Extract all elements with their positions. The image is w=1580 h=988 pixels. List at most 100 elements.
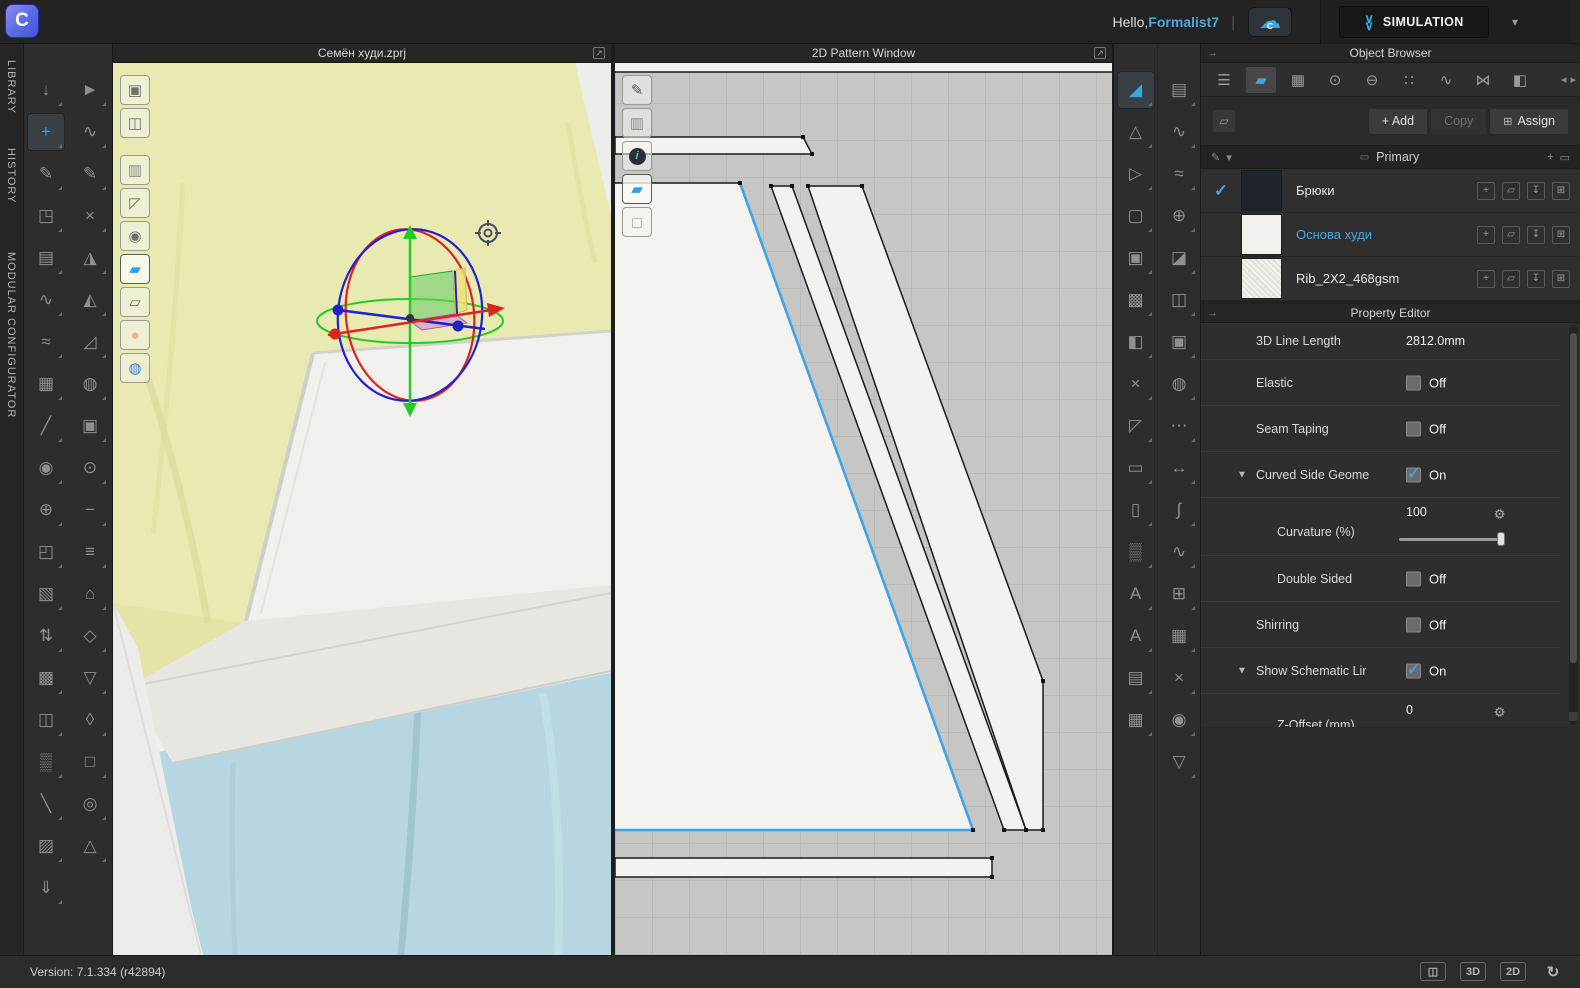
graphic-tab[interactable]: ▦	[1283, 67, 1313, 93]
shape-pattern-tool[interactable]: ▣	[1118, 240, 1154, 276]
fabric-swatch[interactable]	[1241, 258, 1282, 299]
select-garment-tool[interactable]: ◳	[28, 198, 64, 234]
elastic-pin-tool[interactable]: ∫	[1161, 492, 1197, 528]
download-pose-tool[interactable]: ↓	[28, 72, 64, 108]
collapse-caret-icon[interactable]: ▼	[1237, 469, 1247, 480]
item-clone-icon[interactable]: ⊞	[1552, 226, 1570, 244]
offset-outline-tool[interactable]: ▭	[1118, 450, 1154, 486]
snapshot-toggle[interactable]: ◫	[120, 108, 150, 138]
pattern-annotation-tool[interactable]: A	[1118, 618, 1154, 654]
segment-sewing-tool[interactable]: ∿	[28, 282, 64, 318]
auto-sewing-tool[interactable]: ⊕	[1161, 198, 1197, 234]
select-brush-tool[interactable]: ✎	[28, 156, 64, 192]
property-value-input[interactable]: 100	[1406, 505, 1427, 519]
garment-visibility-toggle[interactable]: ▥	[622, 108, 652, 138]
cut-sew-tool[interactable]: ×	[1161, 660, 1197, 696]
comb-ruler-tool[interactable]: ▒	[1118, 534, 1154, 570]
simulation-button[interactable]: ∨∨ SIMULATION	[1339, 6, 1489, 38]
vertical-ruler-tool[interactable]: ▯	[1118, 492, 1154, 528]
free-sewing-tool[interactable]: ≈	[28, 324, 64, 360]
pin-garment-toggle[interactable]: ◸	[120, 188, 150, 218]
list-tool[interactable]: ≡	[72, 534, 108, 570]
texture-stamp-tool[interactable]: ▧	[28, 576, 64, 612]
item-add-icon[interactable]: +	[1477, 270, 1495, 288]
popout-window-icon[interactable]: ↗	[1094, 47, 1106, 59]
bow-tab[interactable]: ⋈	[1468, 67, 1498, 93]
pleat-grid-tool[interactable]: ▤	[1118, 660, 1154, 696]
folder-button[interactable]: ▱	[1213, 110, 1235, 132]
render-3d-toggle[interactable]: ▣	[120, 75, 150, 105]
lock-garment-toggle[interactable]: ◻	[622, 207, 652, 237]
property-checkbox[interactable]: ✓	[1406, 467, 1421, 482]
fabric-name[interactable]: Брюки	[1296, 183, 1334, 198]
polygon-pattern-tool[interactable]: ▢	[1118, 198, 1154, 234]
group-caret-icon[interactable]: ▾	[1226, 151, 1232, 164]
username-text[interactable]: Formalist7	[1148, 14, 1219, 30]
edit-group-icon[interactable]: ✎	[1211, 151, 1220, 164]
sidebar-tab-modular-configurator[interactable]: MODULAR CONFIGURATOR	[5, 252, 17, 418]
shading-tool[interactable]: ▒	[28, 744, 64, 780]
knit-tool[interactable]: ◍	[1161, 366, 1197, 402]
wrench-icon[interactable]: ⚙	[1491, 706, 1507, 718]
property-checkbox[interactable]	[1406, 421, 1421, 436]
cross-grain-tool[interactable]: ×	[1118, 366, 1154, 402]
fabric-name[interactable]: Rib_2X2_468gsm	[1296, 271, 1399, 286]
show-pattern-toggle[interactable]: ▰	[120, 254, 150, 284]
line-tool[interactable]: −	[72, 492, 108, 528]
diamond-tool[interactable]: ◊	[72, 702, 108, 738]
edit-pattern-tool[interactable]: △	[1118, 114, 1154, 150]
home-tool[interactable]: ⌂	[72, 576, 108, 612]
fabric-item-row[interactable]: ✓Брюки+▱↧⊞	[1201, 169, 1580, 213]
fabric-group-row[interactable]: ✎ ▾ ▭ Primary + ▭	[1201, 145, 1580, 169]
add-point-tool[interactable]: ▷	[1118, 156, 1154, 192]
add-button[interactable]: + Add	[1369, 109, 1427, 134]
3d-window-button[interactable]: 3D	[1460, 962, 1486, 981]
pen-visibility-toggle[interactable]: ✎	[622, 75, 652, 105]
item-clone-icon[interactable]: ⊞	[1552, 270, 1570, 288]
property-editor-scrollbar[interactable]	[1569, 325, 1578, 725]
show-avatar-toggle[interactable]: ◉	[120, 221, 150, 251]
misc-tool[interactable]: ▽	[1161, 744, 1197, 780]
shirt-display-tool[interactable]: ▣	[1161, 324, 1197, 360]
scene-list-tab[interactable]: ☰	[1209, 67, 1239, 93]
button-3d-tool[interactable]: ⊙	[72, 450, 108, 486]
collapse-caret-icon[interactable]: ▼	[1237, 665, 1247, 676]
elastic-band-tool[interactable]: ∿	[1161, 534, 1197, 570]
tack-tool[interactable]: ◉	[28, 450, 64, 486]
flatten-tool[interactable]: ◰	[28, 534, 64, 570]
stitch-length-tool[interactable]: ↔	[1161, 450, 1197, 486]
simulation-dropdown-caret[interactable]: ▾	[1503, 7, 1527, 37]
square-tool[interactable]: □	[72, 744, 108, 780]
split-view-button[interactable]: ◫	[1420, 962, 1446, 981]
group-folder-icon[interactable]: ▭	[1560, 151, 1570, 164]
item-save-icon[interactable]: ↧	[1527, 182, 1545, 200]
app-logo-icon[interactable]: C	[5, 4, 39, 38]
fabric-item-row[interactable]: Основа худи+▱↧⊞	[1201, 213, 1580, 257]
sidebar-tab-history[interactable]: HISTORY	[5, 148, 17, 204]
wrench-icon[interactable]: ⚙	[1491, 508, 1507, 520]
group-add-icon[interactable]: +	[1547, 151, 1553, 164]
trim-tab[interactable]: ◧	[1505, 67, 1535, 93]
sidebar-tab-library[interactable]: LIBRARY	[5, 60, 17, 114]
scrollbar-button[interactable]	[1569, 712, 1578, 721]
property-checkbox[interactable]	[1406, 375, 1421, 390]
fold-arrangement-tool[interactable]: ⇅	[28, 618, 64, 654]
curve-edit-tool[interactable]: ∿	[72, 114, 108, 150]
property-value-input[interactable]: 0	[1406, 703, 1413, 717]
target-tool[interactable]: ◎	[72, 786, 108, 822]
hatch-grid-tool[interactable]: ▦	[1118, 702, 1154, 738]
fold-garment-tool[interactable]: ◫	[1161, 282, 1197, 318]
refresh-button[interactable]: ↻	[1540, 962, 1566, 981]
pattern-visibility-toggle[interactable]: ▰	[622, 174, 652, 204]
segment-sewing-2d-tool[interactable]: ∿	[1161, 114, 1197, 150]
attach-button-tool[interactable]: ⊕	[28, 492, 64, 528]
pin-tool[interactable]: ╱	[28, 408, 64, 444]
fabric-item-row[interactable]: Rib_2X2_468gsm+▱↧⊞	[1201, 257, 1580, 301]
item-fabric-icon[interactable]: ▱	[1502, 226, 1520, 244]
popout-window-icon[interactable]: ↗	[593, 47, 605, 59]
pattern-piece-bottom-strip[interactable]	[615, 858, 992, 877]
avatar-display-toggle[interactable]: ●	[120, 320, 150, 350]
buttonhole-tab[interactable]: ⊖	[1357, 67, 1387, 93]
gem-tool[interactable]: ◇	[72, 618, 108, 654]
avatar-pose-tool[interactable]: ►	[72, 72, 108, 108]
